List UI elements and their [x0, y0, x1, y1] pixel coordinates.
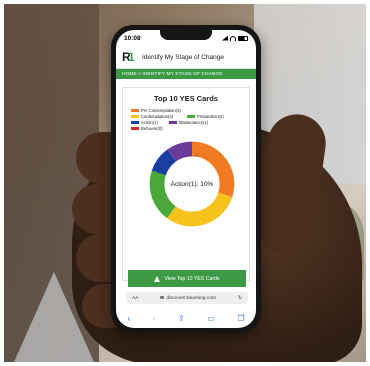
status-icons: [222, 35, 248, 41]
view-top-10-yes-cards-button[interactable]: View Top 10 YES Cards: [128, 270, 246, 287]
legend-item: Contemplation(3): [131, 114, 173, 119]
legend-swatch: [187, 114, 195, 119]
legend-swatch: [131, 120, 139, 125]
back-icon[interactable]: ‹: [127, 314, 130, 323]
url-text: discoverr1learning.com: [166, 295, 216, 301]
forward-icon[interactable]: ›: [153, 314, 156, 323]
phone-notch: [160, 30, 212, 40]
legend-label: Action(1): [141, 120, 158, 125]
legend-swatch: [131, 126, 139, 131]
wifi-icon: [230, 35, 236, 41]
battery-icon: [238, 35, 248, 41]
legend-item: Action(1): [131, 120, 158, 125]
bookmarks-icon[interactable]: ▭: [207, 314, 215, 323]
r1-logo-icon[interactable]: R1: [122, 50, 137, 65]
share-icon[interactable]: ⇪: [178, 314, 185, 323]
warning-icon: [154, 275, 161, 282]
browser-address-bar[interactable]: AA discoverr1learning.com ↻: [126, 292, 248, 304]
legend-swatch: [169, 120, 177, 125]
smartphone: 10:08 R1 Identify My Stage of Change HOM…: [111, 25, 261, 333]
page-title: Identify My Stage of Change: [142, 53, 225, 61]
tabs-icon[interactable]: ❐: [237, 314, 244, 323]
status-time: 10:08: [124, 34, 141, 42]
legend-swatch: [131, 114, 139, 119]
app-header: R1 Identify My Stage of Change: [116, 46, 256, 69]
chart-card: Top 10 YES Cards Pre Contemplation(3) Co…: [122, 87, 250, 281]
legend-item: Preparation(2): [187, 114, 224, 119]
chart-title: Top 10 YES Cards: [154, 94, 218, 103]
legend-item: Pre Contemplation(3): [131, 108, 181, 113]
legend-label: Contemplation(3): [141, 114, 174, 119]
legend-label: Preparation(2): [197, 114, 224, 119]
cta-label: View Top 10 YES Cards: [164, 275, 220, 282]
legend-item: Behavior(0): [131, 126, 163, 131]
breadcrumb[interactable]: HOME > IDENTIFY MY STAGE OF CHANGE: [116, 69, 256, 79]
text-size-button[interactable]: AA: [132, 296, 138, 301]
legend-label: Behavior(0): [141, 126, 163, 131]
signal-icon: [222, 35, 228, 41]
legend-label: Pre Contemplation(3): [141, 108, 181, 113]
legend-label: Maintenance(1): [179, 120, 209, 125]
donut-center-label: Action(1): 10%: [170, 180, 214, 188]
legend-item: Maintenance(1): [169, 120, 208, 125]
lock-icon: [160, 295, 165, 299]
url-display[interactable]: discoverr1learning.com: [160, 295, 216, 301]
safari-toolbar: ‹ › ⇪ ▭ ❐: [116, 308, 256, 328]
reload-icon[interactable]: ↻: [238, 296, 242, 301]
phone-screen: 10:08 R1 Identify My Stage of Change HOM…: [116, 30, 256, 328]
legend-swatch: [131, 108, 139, 113]
